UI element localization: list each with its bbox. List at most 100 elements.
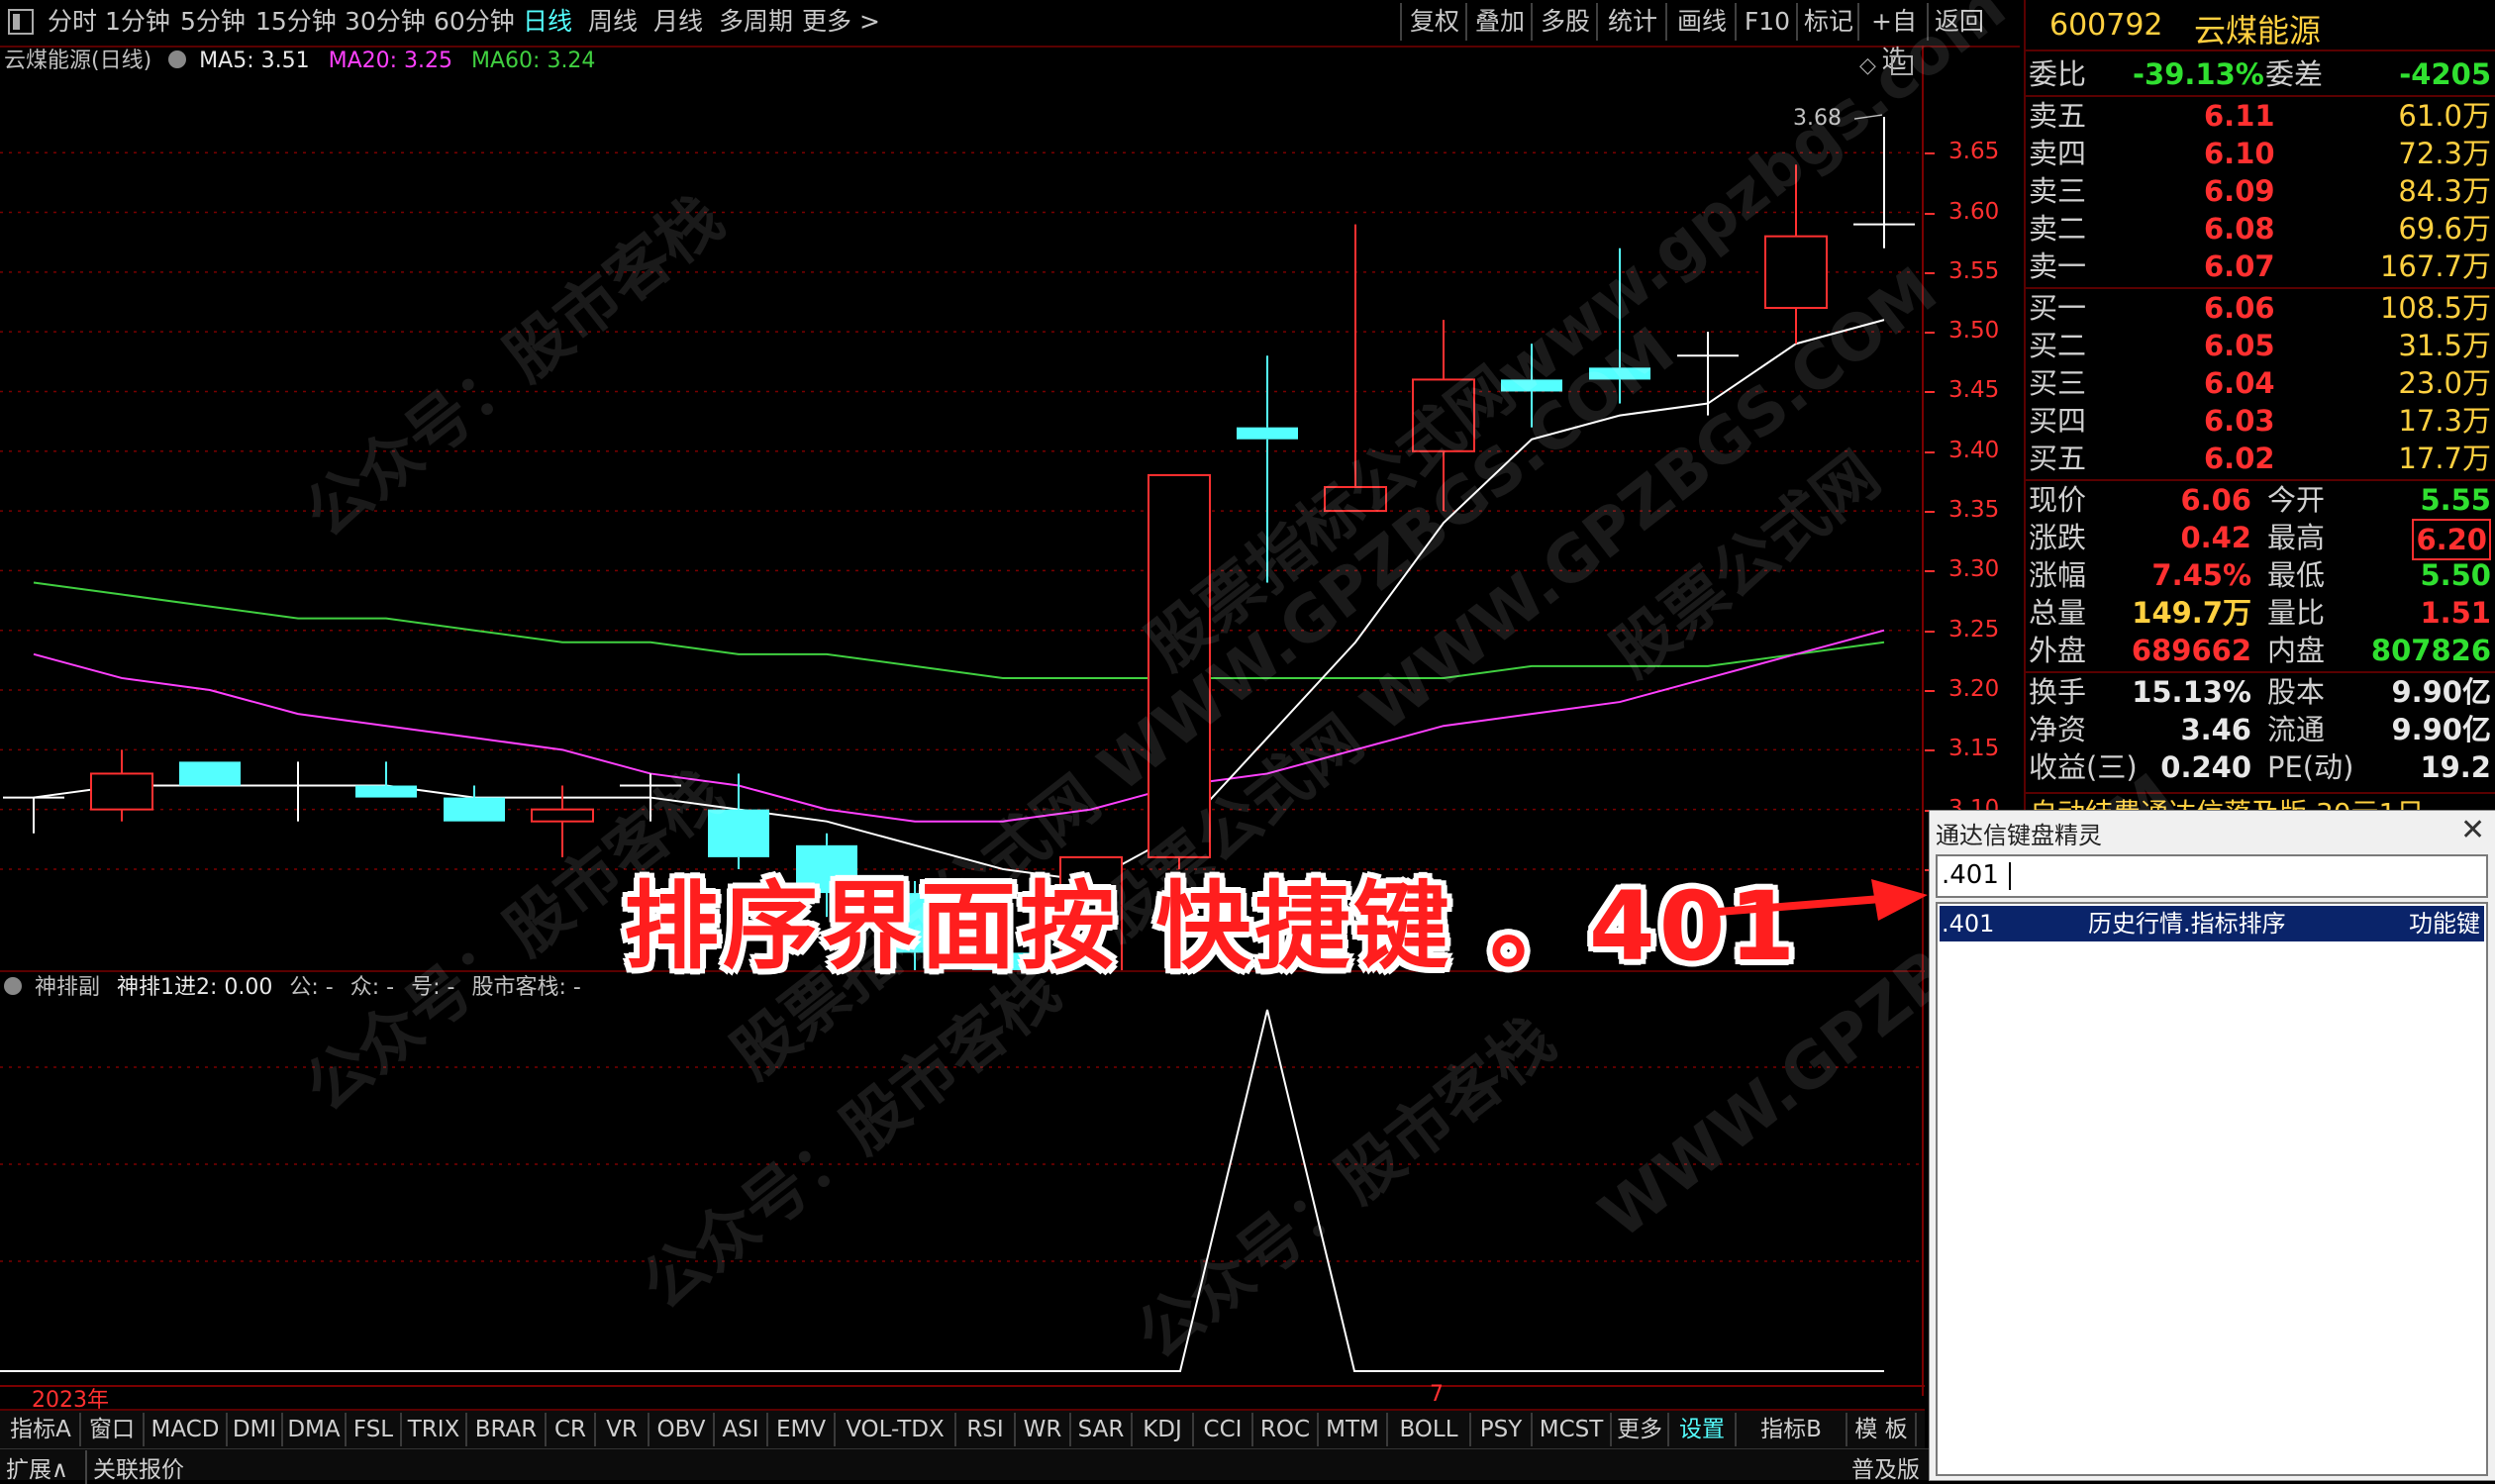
- indicator-tab[interactable]: ASI: [715, 1413, 768, 1446]
- candle: [444, 785, 505, 822]
- stats2-row: 收益(三) 0.240 PE(动) 19.2: [2026, 748, 2495, 786]
- toolbar-button[interactable]: 多股: [1531, 3, 1598, 41]
- menu-toggle-icon[interactable]: [8, 9, 34, 35]
- period-tab[interactable]: 15分钟: [255, 4, 337, 40]
- stats2-label-2: PE(动): [2267, 750, 2354, 784]
- indicator-tab[interactable]: BOLL: [1388, 1413, 1471, 1446]
- result-name: 历史行情.指标排序: [2088, 910, 2286, 938]
- weicha-value: -4205: [2399, 57, 2491, 91]
- buy-price: 6.03: [2204, 404, 2275, 438]
- candle: [1764, 164, 1828, 345]
- indicator-tab[interactable]: RSI: [956, 1413, 1016, 1446]
- price-tick-mark: [1925, 212, 1935, 215]
- buy-volume: 108.5万: [2379, 291, 2491, 325]
- toolbar-button[interactable]: 叠加: [1465, 3, 1533, 41]
- stats1-label-1: 外盘: [2029, 634, 2087, 667]
- price-tick: 3.55: [1948, 257, 2000, 284]
- indicator-tab[interactable]: DMI: [228, 1413, 283, 1446]
- indicator-tab[interactable]: 更多: [1612, 1413, 1669, 1446]
- indicator-canvas: [0, 970, 1925, 1396]
- toolbar-button[interactable]: F10: [1735, 3, 1798, 41]
- popup-input-field[interactable]: .401: [1936, 854, 2488, 898]
- period-tab[interactable]: 30分钟: [345, 4, 426, 40]
- indicator-tab[interactable]: CR: [547, 1413, 596, 1446]
- candle: [1148, 473, 1211, 869]
- period-tab[interactable]: 1分钟: [105, 4, 170, 40]
- price-tick-mark: [1925, 690, 1935, 692]
- period-tab[interactable]: 周线: [588, 4, 638, 40]
- indicator-tab[interactable]: 指标A: [2, 1413, 81, 1446]
- indicator-tab[interactable]: KDJ: [1133, 1413, 1194, 1446]
- stats1-label-1: 总量: [2029, 596, 2087, 630]
- indicator-tab[interactable]: ROC: [1253, 1413, 1319, 1446]
- indicator-tab[interactable]: EMV: [768, 1413, 836, 1446]
- close-icon[interactable]: ✕: [2460, 813, 2485, 847]
- stats2-label-2: 流通: [2267, 713, 2326, 746]
- period-tab[interactable]: 60分钟: [434, 4, 515, 40]
- sell-volume: 167.7万: [2379, 249, 2491, 283]
- stats2-value-1: 3.46: [2180, 713, 2251, 746]
- indicator-tab[interactable]: 指标B: [1737, 1413, 1847, 1446]
- indicator-tab[interactable]: PSY: [1471, 1413, 1533, 1446]
- indicator-tab[interactable]: FSL: [347, 1413, 402, 1446]
- period-tab[interactable]: 更多 >: [802, 4, 880, 40]
- stats1-value-1: 0.42: [2180, 521, 2251, 554]
- toolbar-button[interactable]: 画线: [1665, 3, 1737, 41]
- weibi-row: 委比 -39.13% 委差 -4205: [2026, 55, 2495, 93]
- indicator-tab[interactable]: CCI: [1194, 1413, 1253, 1446]
- candle: [3, 796, 64, 834]
- toolbar-button[interactable]: 统计: [1596, 3, 1667, 41]
- period-tab[interactable]: 分时: [48, 4, 97, 40]
- sell-row: 卖四 6.10 72.3万: [2026, 135, 2495, 172]
- stats1-label-2: 今开: [2267, 483, 2326, 517]
- indicator-tab[interactable]: 设置: [1669, 1413, 1737, 1446]
- sell-label: 卖三: [2029, 174, 2087, 208]
- candle: [90, 749, 153, 822]
- indicator-tab[interactable]: VR: [596, 1413, 649, 1446]
- stats2-value-1: 0.240: [2160, 750, 2251, 784]
- indicator-tab[interactable]: WR: [1016, 1413, 1071, 1446]
- candle: [1237, 355, 1298, 583]
- result-row[interactable]: .401 历史行情.指标排序 功能键: [1940, 906, 2484, 941]
- stats2-value-2: 19.2: [2420, 750, 2491, 784]
- stats1-value-1: 6.06: [2180, 483, 2251, 517]
- kline-canvas: 3.68: [0, 46, 1925, 970]
- stats1-label-2: 内盘: [2267, 634, 2326, 667]
- price-tick: 3.15: [1948, 736, 2000, 762]
- quote-panel: 600792 云煤能源 委比 -39.13% 委差 -4205 卖五 6.11 61…: [2024, 0, 2495, 830]
- buy-price: 6.02: [2204, 442, 2275, 475]
- toolbar-button[interactable]: +自选: [1857, 3, 1929, 73]
- period-toolbar: 分时 1分钟 5分钟 15分钟 30分钟 60分钟 日线 周线 月线 多周期 更多 > 复权 叠加 多股…: [0, 0, 2020, 73]
- period-tab[interactable]: 5分钟: [180, 4, 246, 40]
- indicator-tab[interactable]: 模 板: [1847, 1413, 1917, 1446]
- stats2-value-2: 9.90亿: [2391, 713, 2491, 746]
- peak-price-label: 3.68: [1793, 106, 1842, 131]
- annotation-text: 排序界面按 快捷键 。401: [624, 871, 1800, 982]
- main-kline-chart[interactable]: 云煤能源(日线) MA5: 3.51 MA20: 3.25 MA60: 3.24…: [0, 46, 1925, 970]
- stats1-row: 现价 6.06 今开 5.55: [2026, 481, 2495, 519]
- indicator-tab[interactable]: MCST: [1533, 1413, 1612, 1446]
- buy-row: 买二 6.05 31.5万: [2026, 327, 2495, 364]
- indicator-tab[interactable]: OBV: [649, 1413, 715, 1446]
- toolbar-button[interactable]: 标记: [1796, 3, 1859, 41]
- price-tick-mark: [1925, 630, 1935, 633]
- buy-label: 买五: [2029, 442, 2087, 475]
- toolbar-button[interactable]: 返回: [1927, 3, 1990, 41]
- indicator-subchart[interactable]: 神排副 神排1进2: 0.00 公: - 众: - 号: - 股市客栈: - 2…: [0, 970, 1925, 1413]
- toolbar-button[interactable]: 复权: [1400, 3, 1467, 41]
- indicator-tab[interactable]: 窗口: [81, 1413, 145, 1446]
- popup-titlebar: 通达信键盘精灵 ✕: [1930, 811, 2495, 850]
- price-tick: 3.45: [1948, 377, 2000, 404]
- indicator-tab[interactable]: BRAR: [467, 1413, 547, 1446]
- indicator-tab[interactable]: DMA: [283, 1413, 347, 1446]
- indicator-tab[interactable]: MACD: [145, 1413, 228, 1446]
- indicator-tab[interactable]: VOL-TDX: [836, 1413, 956, 1446]
- indicator-tab[interactable]: SAR: [1071, 1413, 1133, 1446]
- period-tab[interactable]: 多周期: [719, 4, 793, 40]
- indicator-tab[interactable]: TRIX: [402, 1413, 467, 1446]
- indicator-tab[interactable]: MTM: [1319, 1413, 1388, 1446]
- period-tab[interactable]: 月线: [653, 4, 703, 40]
- period-tab[interactable]: 日线: [523, 4, 572, 40]
- stats1-value-2: 1.51: [2420, 596, 2491, 630]
- ma5-line: [33, 319, 1885, 883]
